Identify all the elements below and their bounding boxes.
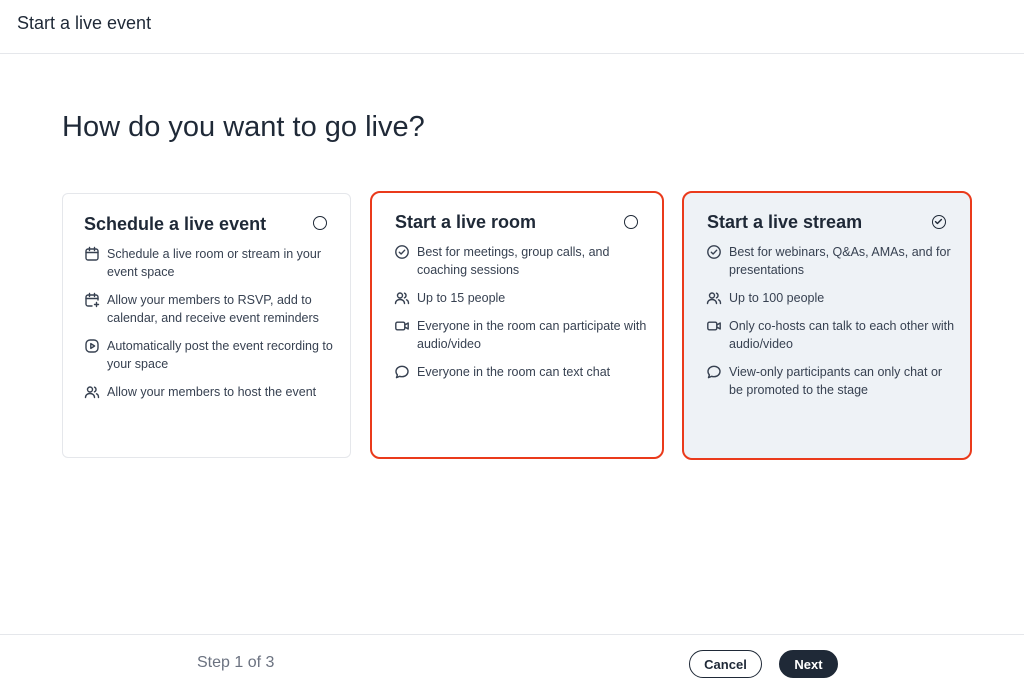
feature-item: Automatically post the event recording t…	[84, 337, 338, 373]
feature-item: Up to 15 people	[394, 289, 650, 307]
check-circle-icon	[395, 245, 409, 259]
feature-text: Everyone in the room can text chat	[417, 365, 611, 379]
video-icon	[395, 321, 409, 331]
option-card-schedule-event[interactable]: Schedule a live event Schedule a live ro…	[62, 193, 351, 458]
feature-item: Best for webinars, Q&As, AMAs, and for p…	[706, 243, 958, 279]
feature-item: View-only participants can only chat or …	[706, 363, 958, 399]
option-card-live-stream[interactable]: Start a live stream Best for webinars, Q…	[682, 191, 972, 460]
header-bar: Start a live event	[0, 0, 1024, 54]
users-icon	[394, 292, 410, 305]
feature-text: Allow your members to host the event	[107, 385, 317, 399]
feature-text: Up to 15 people	[417, 291, 506, 305]
card-title: Start a live room	[395, 212, 537, 232]
header-title: Start a live event	[17, 13, 152, 33]
radio-button[interactable]	[313, 216, 327, 230]
feature-text: Up to 100 people	[729, 291, 825, 305]
radio-button[interactable]	[624, 215, 638, 229]
feature-text: Automatically post the event recording t…	[107, 339, 333, 371]
card-title: Start a live stream	[707, 212, 863, 232]
feature-item: Best for meetings, group calls, and coac…	[394, 243, 650, 279]
feature-item: Everyone in the room can participate wit…	[394, 317, 650, 353]
video-icon	[707, 321, 721, 331]
feature-item: Allow your members to RSVP, add to calen…	[84, 291, 338, 327]
feature-item: Up to 100 people	[706, 289, 958, 307]
footer-bar: Step 1 of 3 Cancel Next	[0, 634, 1024, 685]
feature-text: Best for meetings, group calls, and coac…	[417, 245, 610, 277]
feature-text: Only co-hosts can talk to each other wit…	[729, 319, 955, 351]
feature-list: Best for webinars, Q&As, AMAs, and for p…	[706, 243, 958, 409]
feature-text: Allow your members to RSVP, add to calen…	[107, 293, 319, 325]
option-card-live-room[interactable]: Start a live room Best for meetings, gro…	[370, 191, 664, 459]
feature-text: Everyone in the room can participate wit…	[417, 319, 647, 351]
cancel-button[interactable]: Cancel	[689, 650, 762, 678]
feature-list: Schedule a live room or stream in your e…	[84, 245, 338, 411]
calendar-icon	[85, 246, 99, 261]
step-indicator: Step 1 of 3	[197, 654, 275, 671]
feature-text: Schedule a live room or stream in your e…	[107, 247, 321, 279]
feature-item: Everyone in the room can text chat	[394, 363, 650, 381]
feature-text: Best for webinars, Q&As, AMAs, and for p…	[729, 245, 951, 277]
page-heading: How do you want to go live?	[62, 111, 425, 143]
feature-list: Best for meetings, group calls, and coac…	[394, 243, 650, 391]
next-button[interactable]: Next	[779, 650, 838, 678]
card-title: Schedule a live event	[84, 214, 267, 234]
check-circle-icon	[707, 245, 721, 259]
play-icon	[85, 339, 99, 353]
feature-text: View-only participants can only chat or …	[729, 365, 943, 397]
feature-item: Schedule a live room or stream in your e…	[84, 245, 338, 281]
chat-icon	[395, 365, 409, 379]
feature-item: Allow your members to host the event	[84, 383, 338, 401]
users-icon	[706, 292, 722, 305]
radio-button-checked[interactable]	[932, 215, 946, 229]
users-icon	[84, 386, 100, 399]
calendar-plus-icon	[85, 292, 100, 308]
check-icon	[935, 219, 943, 225]
feature-item: Only co-hosts can talk to each other wit…	[706, 317, 958, 353]
chat-icon	[707, 365, 721, 379]
